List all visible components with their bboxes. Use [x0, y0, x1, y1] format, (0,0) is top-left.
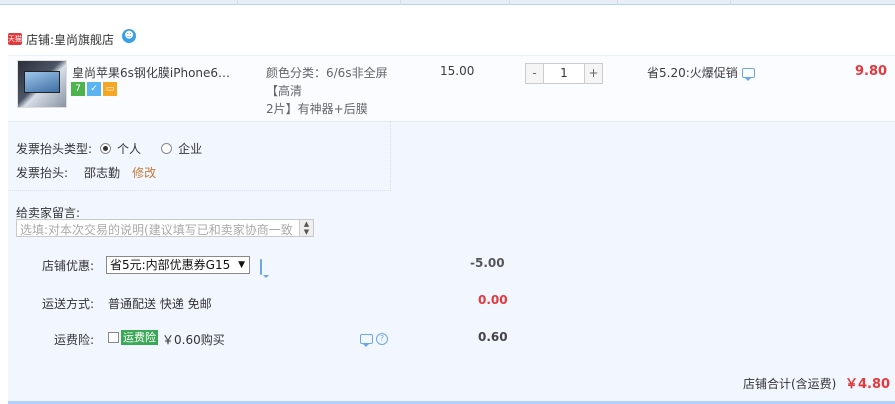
decrease-qty-button[interactable]: -: [525, 63, 544, 84]
product-title-link[interactable]: 皇尚苹果6s钢化膜iPhone6pl...: [72, 64, 234, 81]
edit-invoice-link[interactable]: 修改: [132, 164, 156, 181]
unit-price: 15.00: [440, 64, 475, 78]
shop-label: 店铺:: [26, 32, 55, 47]
item-subtotal: 9.80: [855, 64, 888, 79]
service-badges: 7 ✓ ▭: [71, 82, 117, 96]
increase-qty-button[interactable]: +: [584, 63, 603, 84]
discount-amount: -5.00: [470, 256, 505, 270]
column-divider: [617, 0, 618, 5]
insurance-amount: 0.60: [478, 330, 508, 344]
invoice-title-value: 邵志勤: [84, 166, 121, 180]
invoice-title-row: 发票抬头: 邵志勤 修改: [16, 164, 156, 181]
header-strip: [0, 0, 895, 5]
sku-info: 颜色分类：6/6s非全屏【高清 2片】有神器+后膜: [266, 64, 406, 118]
guarantee-icon[interactable]: ✓: [87, 82, 101, 96]
insurance-help: ?: [360, 333, 388, 347]
company-radio[interactable]: [161, 143, 173, 154]
shop-discount-label: 店铺优惠:: [41, 259, 94, 273]
help-icon[interactable]: ?: [376, 333, 388, 345]
message-scrollbar[interactable]: ▲ ▼: [299, 220, 313, 236]
seven-day-return-icon[interactable]: 7: [71, 82, 85, 96]
shop-header: 天猫 店铺: 皇尚旗舰店 ☻: [8, 28, 137, 50]
message-icon[interactable]: [260, 259, 262, 275]
insurance-checkbox[interactable]: [108, 332, 119, 343]
shipping-amount: 0.00: [478, 293, 508, 307]
sku-line: 2片】有神器+后膜: [266, 102, 368, 116]
shop-total-label: 店铺合计(含运费): [743, 377, 837, 391]
message-icon[interactable]: [741, 67, 755, 81]
quantity-stepper: - 1 +: [525, 63, 603, 84]
invoice-title-label: 发票抬头:: [16, 166, 69, 180]
column-divider: [509, 0, 510, 5]
product-thumbnail[interactable]: [17, 60, 67, 108]
invoice-type-label: 发票抬头类型:: [16, 142, 93, 156]
discount-selected-value: 省5元:内部优惠券G15: [110, 258, 231, 272]
insurance-label: 运费险:: [53, 333, 94, 347]
quantity-input[interactable]: 1: [544, 63, 584, 84]
invoice-type-row: 发票抬头类型: 个人 企业: [16, 140, 202, 157]
dropdown-arrow-icon: ▼: [238, 260, 245, 270]
shop-discount-select[interactable]: 省5元:内部优惠券G15 ▼: [106, 256, 250, 274]
personal-radio[interactable]: [100, 143, 112, 154]
chat-icon[interactable]: ☻: [122, 29, 137, 43]
promotion-info: 省5.20:火爆促销: [647, 64, 755, 81]
personal-label[interactable]: 个人: [117, 140, 141, 157]
insurance-tag: 运费险: [121, 330, 158, 345]
tmall-icon: 天猫: [8, 33, 22, 45]
column-divider: [237, 0, 238, 5]
column-divider: [400, 0, 401, 5]
card-payment-icon[interactable]: ▭: [103, 82, 117, 96]
seller-message-input[interactable]: 选填:对本次交易的说明(建议填写已和卖家协商一致: [16, 219, 314, 237]
message-icon[interactable]: [360, 334, 373, 347]
shipping-method: 普通配送 快递 免邮: [108, 297, 212, 311]
shop-total-amount: ￥4.80: [845, 377, 891, 392]
insurance-price: ￥0.60购买: [162, 333, 225, 347]
company-label[interactable]: 企业: [178, 140, 202, 157]
promotion-text: 省5.20:火爆促销: [647, 66, 738, 80]
shipping-label: 运送方式:: [41, 297, 94, 311]
column-divider: [730, 0, 731, 5]
shop-name-link[interactable]: 皇尚旗舰店: [54, 31, 114, 48]
sku-line: 颜色分类：6/6s非全屏【高清: [266, 66, 388, 98]
